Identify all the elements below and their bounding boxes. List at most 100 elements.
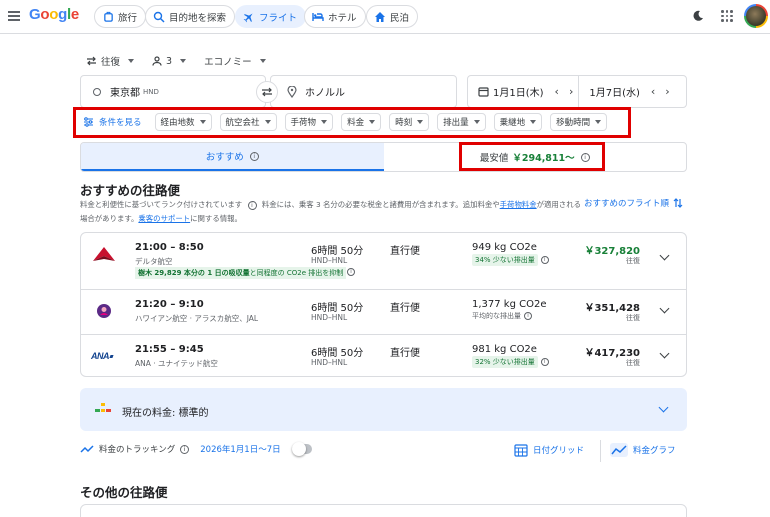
info-icon[interactable]: i [540,256,549,264]
chevron-down-icon[interactable] [658,402,669,413]
info-icon[interactable]: i [180,444,190,454]
chevron-left-icon[interactable]: ‹ [550,85,564,98]
filter-bags[interactable]: 手荷物 [284,113,334,131]
chevron-left-icon[interactable]: ‹ [646,85,660,98]
price-type: 往復 [626,314,640,322]
co2-comparison: 34% 少ない排出量 i [472,254,549,266]
flight-results: 21:00 – 8:50 デルタ航空 樹木 29,829 本分の 1 日の吸収量… [80,232,687,377]
flight-duration: 6時間 50分 [311,348,364,359]
expand-chevron-icon[interactable] [659,303,670,314]
location-pin-icon [287,85,297,98]
chevron-down-icon [321,120,328,124]
filter-duration[interactable]: 移動時間 [550,113,608,131]
origin-field[interactable]: 東京都 HND [80,75,266,108]
sort-by-button[interactable]: おすすめのフライト順 [584,197,683,209]
filter-times[interactable]: 時刻 [389,113,430,131]
airline-name: ハワイアン航空 · アラスカ航空、JAL [135,314,259,323]
flight-stops: 直行便 [390,303,420,314]
flight-route: HND–HNL [311,313,348,322]
avatar[interactable] [744,4,768,28]
calendar-grid-icon [514,444,528,457]
chevron-down-icon [473,120,480,124]
divider [600,440,601,462]
co2-emissions: 1,377 kg CO2e [472,299,547,310]
info-icon[interactable]: i [347,268,355,276]
info-icon[interactable]: i [247,201,257,210]
ranking-note: 料金と利便性に基づいてランク付けされています i 料金には、乗客 3 名分の必要… [80,200,581,223]
flight-row[interactable]: ANA 21:55 – 9:45 ANA · ユナイテッド航空 6時間 50分 … [81,334,686,379]
price-type: 往復 [626,359,640,367]
chevron-down-icon [180,59,187,63]
highlight-box-cheapest [459,142,605,171]
swap-locations-button[interactable] [256,81,278,103]
flight-time: 21:00 – 8:50 [135,242,204,253]
hawaiian-logo-icon [93,304,115,318]
filter-stops[interactable]: 経由地数 [154,113,212,131]
flight-price: ￥417,230 [584,348,640,359]
co2-comparison: 平均的な排出量 i [472,311,532,321]
dark-mode-icon[interactable] [691,9,705,23]
person-icon [152,56,162,66]
flight-price: ￥351,428 [584,303,640,314]
nav-explore[interactable]: 目的地を探索 [145,5,236,28]
flight-row[interactable]: 21:20 – 9:10 ハワイアン航空 · アラスカ航空、JAL 6時間 50… [81,289,686,334]
flight-time: 21:55 – 9:45 [135,344,204,355]
nav-hotels[interactable]: ホテル [304,5,366,28]
all-filters-button[interactable]: 条件を見る [83,113,147,131]
flight-price: ￥327,820 [584,246,640,257]
price-insight-panel[interactable]: 現在の料金: 標準的 [80,388,687,431]
flight-stops: 直行便 [390,246,420,257]
price-graph-button[interactable]: 料金グラフ [610,443,676,457]
menu-icon[interactable] [8,11,20,21]
nav-flights[interactable]: フライト [235,5,307,28]
chevron-down-icon [530,120,537,124]
explore-icon [152,10,166,24]
chevron-down-icon [417,120,424,124]
travel-icon [101,10,115,24]
return-date[interactable]: 1月7日(水) [589,84,640,99]
price-level-label: 現在の料金: 標準的 [122,408,209,419]
chevron-right-icon[interactable]: › [564,85,578,98]
filter-bar: 条件を見る 経由地数 航空会社 手荷物 料金 時刻 排出量 乗継地 移動時間 [83,113,608,131]
tracking-toggle[interactable] [291,442,312,456]
price-level-icon [95,403,111,412]
info-icon[interactable]: i [540,358,549,366]
nav-vacation-rentals[interactable]: 民泊 [366,5,419,28]
home-icon [373,10,387,24]
filter-price[interactable]: 料金 [341,113,382,131]
flight-duration: 6時間 50分 [311,303,364,314]
other-flights-heading: その他の往路便 [80,485,168,500]
chevron-down-icon [595,120,602,124]
airline-name: デルタ航空 [135,257,173,266]
info-icon[interactable]: i [524,312,532,320]
info-icon[interactable]: i [249,151,259,161]
search-options: 往復 3 エコノミー [86,54,266,68]
flight-stops: 直行便 [390,348,420,359]
nav-travel[interactable]: 旅行 [94,5,147,28]
emissions-banner: 樹木 29,829 本分の 1 日の吸収量と同程度の CO2e 排出を抑制 [135,267,347,279]
filter-airlines[interactable]: 航空会社 [219,113,277,131]
best-flights-heading: おすすめの往路便 [80,183,181,198]
tab-best[interactable]: おすすめ i [81,143,384,171]
depart-date[interactable]: 1月1日(木) [493,84,544,99]
bag-fees-link[interactable]: 手荷物料金 [500,200,537,209]
flight-row[interactable]: 21:00 – 8:50 デルタ航空 樹木 29,829 本分の 1 日の吸収量… [81,233,686,289]
price-graph-icon [610,443,628,457]
expand-chevron-icon[interactable] [659,250,670,261]
filter-emissions[interactable]: 排出量 [437,113,486,131]
filter-connecting-airports[interactable]: 乗継地 [493,113,543,131]
expand-chevron-icon[interactable] [659,348,670,359]
google-logo[interactable]: Google [29,6,79,23]
date-field[interactable]: 1月1日(木) ‹ › 1月7日(水) ‹ › [467,75,687,108]
flight-time: 21:20 – 9:10 [135,299,204,310]
date-grid-button[interactable]: 日付グリッド [514,443,584,457]
cabin-select[interactable]: エコノミー [204,54,266,68]
passengers-select[interactable]: 3 [152,54,187,68]
passenger-assistance-link[interactable]: 乗客のサポート [138,214,190,223]
filter-sliders-icon [84,117,93,127]
destination-field[interactable]: ホノルル [270,75,457,108]
co2-emissions: 981 kg CO2e [472,344,537,355]
apps-icon[interactable] [721,10,733,22]
chevron-right-icon[interactable]: › [660,85,674,98]
trip-type-select[interactable]: 往復 [86,54,135,68]
